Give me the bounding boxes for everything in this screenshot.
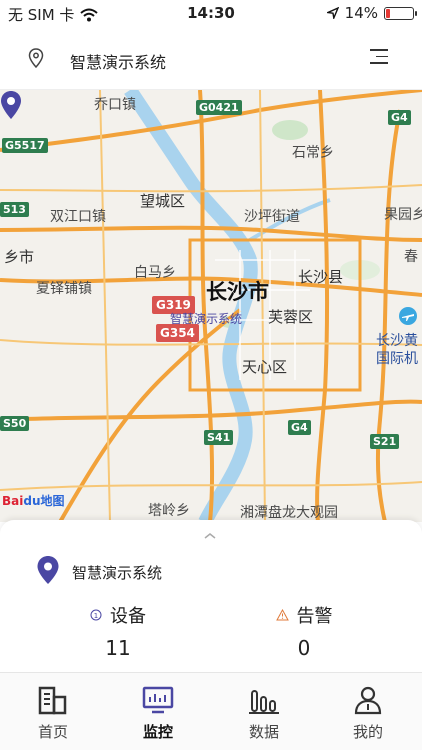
devices-label: 设备 [110, 606, 146, 627]
map-label: 夏铎铺镇 [36, 281, 92, 297]
map-label: 果园乡 [384, 207, 422, 223]
tab-profile-label: 我的 [352, 723, 383, 741]
user-icon [328, 683, 408, 715]
tab-data-label: 数据 [248, 723, 279, 741]
map-label: 芙蓉区 [268, 308, 314, 326]
map-canvas [0, 90, 422, 522]
svg-text:1: 1 [94, 612, 98, 620]
device-stat[interactable]: 1 设备 11 [58, 602, 178, 660]
road-shield: G0421 [196, 100, 242, 115]
tab-data[interactable]: 数据 [224, 683, 304, 742]
battery-percent: 14% [344, 4, 378, 22]
road-shield: G4 [388, 110, 411, 125]
map-label: 双江口镇 [50, 209, 106, 225]
map-label: 天心区 [242, 358, 288, 376]
map-label: 春 [404, 249, 418, 265]
devices-count: 11 [105, 636, 131, 660]
map-label: 长沙县 [298, 268, 344, 286]
location-pin-icon [28, 48, 44, 68]
summary-sheet: 智慧演示系统 1 设备 11 告警 0 [0, 520, 422, 672]
map-label: 沙坪街道 [244, 209, 300, 225]
map-label: 白马乡 [134, 265, 176, 281]
road-shield: S41 [204, 430, 234, 445]
map-label: 望城区 [140, 192, 186, 210]
marker-caption: 智慧演示系统 [170, 312, 243, 326]
chevron-up-icon[interactable] [203, 532, 217, 540]
menu-icon[interactable] [370, 49, 388, 65]
bottom-tab-bar: 首页 监控 数据 我的 [0, 672, 422, 750]
building-icon [13, 683, 93, 715]
city-label: 长沙市 [206, 280, 269, 304]
tab-monitor-label: 监控 [142, 723, 173, 741]
alarms-count: 0 [297, 636, 311, 660]
baidu-logo-text-c: 地图 [40, 494, 65, 508]
app-screen: 无 SIM 卡 14:30 14% 智慧演示系统 乔口镇 石常乡 望城区 双江口… [0, 0, 422, 750]
info-icon: 1 [90, 609, 102, 621]
location-pin-icon [37, 556, 59, 584]
tab-monitor[interactable]: 监控 [118, 683, 198, 742]
airport-icon [399, 307, 417, 325]
road-shield: 513 [0, 202, 29, 217]
map-label: 乔口镇 [94, 97, 136, 113]
map-label: 石常乡 [292, 145, 334, 161]
site-name[interactable]: 智慧演示系统 [72, 562, 162, 583]
battery-icon [384, 6, 417, 20]
device-stat-header: 1 设备 [58, 602, 178, 628]
status-right: 14% [326, 4, 417, 22]
alarm-stat[interactable]: 告警 0 [244, 602, 364, 660]
device-location-marker[interactable] [0, 90, 22, 120]
monitor-icon [118, 683, 198, 715]
map-label: 塔岭乡 [148, 503, 190, 519]
baidu-logo-text-b: du [23, 494, 41, 508]
tab-home[interactable]: 首页 [13, 683, 93, 742]
battery-level [386, 8, 390, 18]
map-label: 乡市 [4, 248, 35, 266]
road-shield: S21 [370, 434, 400, 449]
status-bar: 无 SIM 卡 14:30 14% [0, 0, 422, 28]
road-shield: G4 [288, 420, 311, 435]
location-arrow-icon [326, 7, 339, 19]
page-title[interactable]: 智慧演示系统 [70, 49, 166, 73]
alarms-label: 告警 [296, 606, 333, 627]
road-shield: S50 [0, 416, 30, 431]
bar-chart-icon [224, 683, 304, 715]
tab-profile[interactable]: 我的 [328, 683, 408, 742]
map-label: 长沙黄 [376, 333, 418, 349]
warning-icon [275, 609, 289, 621]
map-label: 湘潭盘龙大观园 [240, 505, 338, 521]
map-view[interactable]: 乔口镇 石常乡 望城区 双江口镇 沙坪街道 果园乡 乡市 白马乡 长沙县 春 夏… [0, 90, 422, 522]
top-nav-bar: 智慧演示系统 [0, 28, 422, 90]
map-label: 国际机 [376, 351, 418, 367]
baidu-logo-text-a: Bai [2, 494, 24, 508]
baidu-map-logo: Baidu地图 [2, 492, 65, 509]
tab-home-label: 首页 [37, 723, 68, 741]
alarm-stat-header: 告警 [244, 602, 364, 628]
road-shield: G5517 [2, 138, 48, 153]
